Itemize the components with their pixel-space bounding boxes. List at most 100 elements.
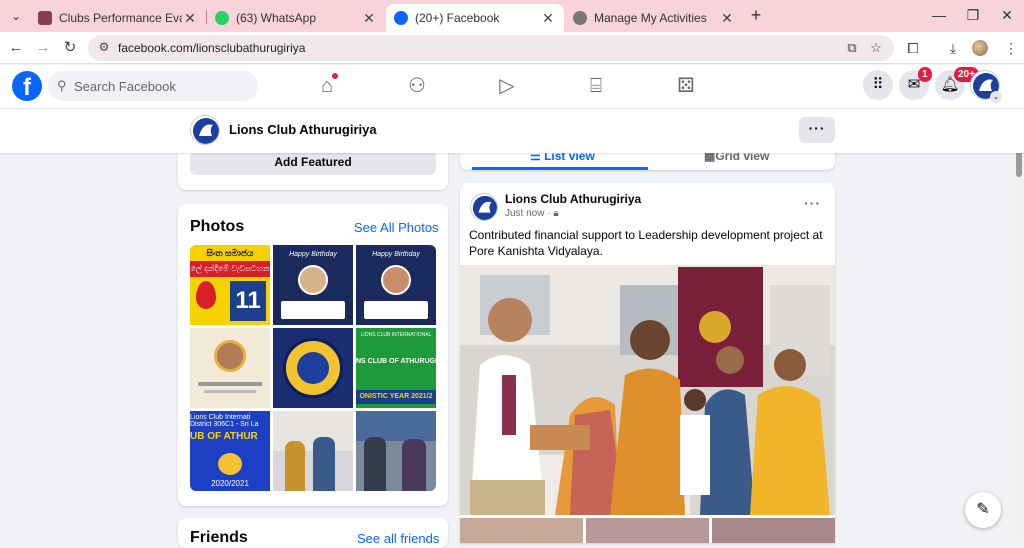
post-timestamp[interactable]: Just now · 🔒︎ [505,208,559,219]
photo-thumb-lionistic-year[interactable]: LIONS CLUB INTERNATIONAL NS CLUB OF ATHU… [356,328,436,408]
text-line-placeholder [204,390,256,393]
lock-privacy-icon[interactable]: 🔒︎ [553,208,558,219]
home-notification-dot [332,73,338,79]
close-tab-icon[interactable]: ✕ [540,10,556,27]
reload-icon[interactable]: ↻ [59,37,81,59]
browser-menu-icon[interactable]: ⋮ [1000,37,1022,59]
photo-thumb-ceremony-2[interactable] [356,411,436,491]
tab-title: (63) WhatsApp [236,11,317,25]
minimize-icon[interactable]: — [922,4,956,26]
facebook-favicon-icon [394,11,408,25]
search-box[interactable]: ⚲ Search Facebook [48,71,258,101]
portrait-placeholder [214,340,246,372]
portrait-placeholder [298,265,328,295]
thumb-text: District 306C1 - Sri La [190,421,259,428]
close-tab-icon[interactable]: ✕ [719,10,735,27]
page-title[interactable]: Lions Club Athurugiriya [229,122,377,137]
post-photo[interactable] [460,265,835,515]
tab-title: (20+) Facebook [415,11,500,25]
site-settings-icon[interactable]: ⚙ [96,40,112,56]
post-card: Lions Club Athurugiriya Just now · 🔒︎ ··… [460,183,835,543]
browser-toolbar: ← → ↻ ⚙ facebook.com/lionsclubathurugiri… [0,32,1024,64]
name-card-placeholder [364,301,428,319]
facebook-logo-icon[interactable]: f [12,71,42,101]
menu-grid-icon[interactable]: ⠿ [863,70,893,100]
active-tab-indicator [472,167,648,170]
post-options-icon[interactable]: ··· [804,195,821,211]
whatsapp-favicon-icon [215,11,229,25]
photos-grid: සිංත සමාජය ලේ දන්දීමේ වැඩසටහන 11 Happy B… [190,245,436,491]
restore-icon[interactable]: ❐ [956,4,990,26]
facebook-top-nav: f ⚲ Search Facebook ⌂ ⚇ ▷ ⌸ ⚄ ⠿ ✉ 1 🔔︎ 2… [0,65,1024,109]
photo-thumb-portrait[interactable] [190,328,270,408]
video-icon[interactable]: ▷ [492,73,522,99]
thumb-text: සිංත සමාජය [190,245,270,261]
browser-tab-clubs[interactable]: Clubs Performance Evaluation S ✕ [30,4,206,32]
portrait-placeholder [381,265,411,295]
forward-arrow-icon[interactable]: → [32,37,54,59]
extensions-puzzle-icon[interactable]: ⧠ [902,37,924,59]
post-photo-thumb[interactable] [586,518,709,543]
page-more-button[interactable]: ··· [799,117,835,143]
browser-tab-facebook[interactable]: (20+) Facebook ✕ [386,4,564,32]
photo-thumb-birthday-1[interactable]: Happy Birthday [273,245,353,325]
see-all-photos-link[interactable]: See All Photos [354,220,439,235]
new-tab-plus-icon[interactable]: + [746,6,766,26]
browser-profile-avatar[interactable] [972,40,988,56]
friends-icon[interactable]: ⚇ [402,73,432,99]
marketplace-icon[interactable]: ⌸ [581,73,611,99]
person-placeholder [285,441,305,491]
thumb-text: Happy Birthday [372,251,420,258]
name-card-placeholder [281,301,345,319]
globe-favicon-icon [573,11,587,25]
install-app-icon[interactable]: ⧉ [844,40,860,56]
thumb-text: Happy Birthday [289,251,337,258]
post-author-avatar[interactable] [470,193,498,221]
post-photo-thumb[interactable] [712,518,835,543]
search-input[interactable]: Search Facebook [74,79,176,94]
photo-thumb-ceremony-1[interactable] [273,411,353,491]
add-featured-button[interactable]: Add Featured [190,151,436,175]
page-scrollbar[interactable] [1014,109,1024,540]
post-time-text: Just now · [505,208,551,219]
close-tab-icon[interactable]: ✕ [361,10,377,27]
post-author-name[interactable]: Lions Club Athurugiriya [505,192,641,206]
thumb-text: Lions Club Internati [190,414,251,421]
gaming-icon[interactable]: ⚄ [671,73,701,99]
thumb-text: NS CLUB OF ATHURUGI [356,358,436,365]
back-arrow-icon[interactable]: ← [5,37,27,59]
photo-thumb-birthday-2[interactable]: Happy Birthday [356,245,436,325]
address-bar[interactable]: ⚙ facebook.com/lionsclubathurugiriya ⧉ ☆ [88,35,894,61]
see-all-friends-link[interactable]: See all friends [357,531,439,546]
compose-message-icon[interactable]: ✎ [965,492,1001,528]
photo-thumb-club-banner[interactable]: Lions Club Internati District 306C1 - Sr… [190,411,270,491]
url-text[interactable]: facebook.com/lionsclubathurugiriya [118,41,305,55]
thumb-text: UB OF ATHUR [190,431,258,442]
friends-heading: Friends [190,529,248,546]
account-chevron-icon[interactable]: ⌄ [990,91,1002,103]
browser-tab-whatsapp[interactable]: (63) WhatsApp ✕ [207,4,385,32]
lions-emblem-icon [218,453,242,475]
post-text: Contributed financial support to Leaders… [469,228,823,258]
friends-card: Friends See all friends [178,518,448,548]
page-avatar[interactable] [190,115,220,145]
photos-heading: Photos [190,218,245,235]
text-line-placeholder [198,382,262,386]
thumb-text: ලේ දන්දීමේ වැඩසටහන [190,261,270,277]
post-photo-thumb[interactable] [460,518,583,543]
browser-tab-activities[interactable]: Manage My Activities ✕ [565,4,743,32]
lions-favicon-icon [38,11,52,25]
photos-card: Photos See All Photos සිංත සමාජය ලේ දන්ද… [178,204,448,506]
person-placeholder [313,437,335,491]
thumb-text: ONISTIC YEAR 2021/2 [356,390,436,404]
search-icon: ⚲ [57,78,67,93]
close-window-icon[interactable]: ✕ [990,4,1024,26]
photo-thumb-blood-donation[interactable]: සිංත සමාජය ලේ දන්දීමේ වැඩසටහන 11 [190,245,270,325]
close-tab-icon[interactable]: ✕ [182,10,198,27]
downloads-icon[interactable]: ⤓ [942,37,964,59]
bookmark-star-icon[interactable]: ☆ [868,40,884,56]
thumb-date: 11 [230,281,266,321]
tab-search-chevron-icon[interactable]: ⌄ [6,6,26,26]
photo-thumb-lions-emblem[interactable] [273,328,353,408]
thumb-text: LIONS CLUB INTERNATIONAL [360,332,432,338]
